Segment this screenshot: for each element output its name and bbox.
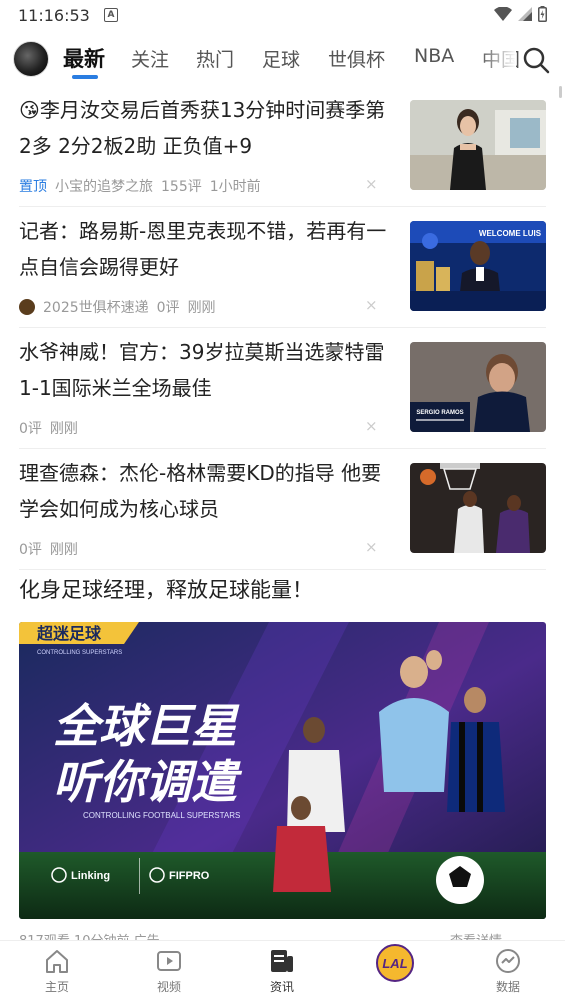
item-divider: [19, 206, 546, 207]
item-divider: [19, 448, 546, 449]
tabs-fade: [480, 36, 516, 82]
channel-tabs: 最新 关注 热门 足球 世俱杯 NBA 中国: [0, 36, 565, 82]
nav-home[interactable]: 主页: [17, 947, 97, 995]
tab-hot[interactable]: 热门: [196, 45, 234, 72]
news-item[interactable]: 水爷神威！官方：39岁拉莫斯当选蒙特雷1-1国际米兰全场最佳 0评 刚刚 × S…: [19, 334, 546, 446]
dismiss-icon[interactable]: ×: [365, 538, 378, 556]
ad-banner-image: 超迷足球 CONTROLLING SUPERSTARS 全球巨星 听你调遣 CO…: [19, 622, 546, 919]
video-icon: [157, 951, 181, 971]
thumbnail-image: SERGIO RAMOS: [410, 342, 546, 432]
news-title[interactable]: 😘李月汝交易后首秀获13分钟时间赛季第2多 2分2板2助 正负值+9: [19, 92, 394, 164]
thumbnail-image: [410, 463, 546, 553]
wifi-icon: [494, 7, 512, 21]
item-divider: [19, 327, 546, 328]
nav-video-label: 视频: [156, 980, 181, 994]
active-tab-indicator: [72, 75, 98, 79]
signal-icon: [518, 7, 532, 21]
pinned-badge: 置顶: [19, 179, 47, 195]
ad-title[interactable]: 化身足球经理，释放足球能量！: [19, 574, 313, 604]
nav-news-label: 资讯: [269, 980, 294, 994]
search-icon[interactable]: [520, 44, 552, 76]
news-comments: 0评: [19, 421, 42, 437]
status-bar: 11:16:53 A: [0, 0, 565, 32]
news-item[interactable]: 😘李月汝交易后首秀获13分钟时间赛季第2多 2分2板2助 正负值+9 置顶 小宝…: [19, 92, 546, 204]
bottom-nav: 主页 视频 资讯 LAL 数据: [0, 940, 565, 1005]
news-time: 刚刚: [49, 542, 78, 558]
nav-data[interactable]: 数据: [468, 947, 548, 995]
ad-tagline: CONTROLLING FOOTBALL SUPERSTARS: [83, 811, 240, 820]
thumb-ramos-text: SERGIO RAMOS: [416, 410, 463, 416]
dismiss-icon[interactable]: ×: [365, 175, 378, 193]
notification-icon: A: [104, 8, 118, 22]
item-divider: [19, 569, 546, 570]
lal-text: LAL: [382, 956, 407, 971]
status-time: 11:16:53: [18, 6, 90, 25]
nav-data-label: 数据: [495, 980, 520, 994]
news-title[interactable]: 水爷神威！官方：39岁拉莫斯当选蒙特雷1-1国际米兰全场最佳: [19, 334, 394, 406]
home-icon: [46, 950, 68, 973]
ad-brand-2: FIFPRO: [169, 870, 210, 882]
dismiss-icon[interactable]: ×: [365, 417, 378, 435]
nav-home-label: 主页: [44, 980, 69, 994]
news-meta: 置顶 小宝的追梦之旅 155评 1小时前: [19, 176, 261, 196]
scroll-indicator: [559, 86, 562, 98]
news-comments: 0评: [156, 300, 180, 316]
tab-football[interactable]: 足球: [262, 45, 300, 72]
news-comments: 0评: [19, 542, 42, 558]
tab-latest[interactable]: 最新: [63, 43, 105, 73]
news-icon: [271, 950, 293, 972]
news-source: 2025世俱杯速递: [43, 300, 149, 316]
dismiss-icon[interactable]: ×: [365, 296, 378, 314]
news-item[interactable]: 记者：路易斯-恩里克表现不错，若再有一点自信会踢得更好 2025世俱杯速递 0评…: [19, 213, 546, 325]
ad-headline-1: 全球巨星: [53, 699, 240, 753]
data-icon: [496, 949, 520, 973]
news-thumbnail[interactable]: [410, 100, 546, 190]
thumb-welcome-text: WELCOME LUIS: [479, 229, 542, 238]
tab-club-world-cup[interactable]: 世俱杯: [328, 45, 385, 72]
news-title[interactable]: 理查德森：杰伦-格林需要KD的指导 他要学会如何成为核心球员: [19, 455, 394, 527]
thumbnail-image: WELCOME LUIS: [410, 221, 546, 311]
news-meta: 0评 刚刚: [19, 418, 78, 438]
thumbnail-image: [410, 100, 546, 190]
news-time: 刚刚: [187, 300, 216, 316]
nav-video[interactable]: 视频: [129, 947, 209, 995]
news-time: 刚刚: [49, 421, 78, 437]
news-meta: 2025世俱杯速递 0评 刚刚: [19, 297, 216, 317]
news-comments: 155评: [161, 179, 202, 195]
news-meta: 0评 刚刚: [19, 539, 78, 559]
news-source: 小宝的追梦之旅: [55, 179, 153, 195]
ad-headline-2: 听你调遣: [53, 755, 243, 809]
ad-logo-text: 超迷足球: [36, 624, 102, 643]
news-time: 1小时前: [209, 179, 261, 195]
news-title[interactable]: 记者：路易斯-恩里克表现不错，若再有一点自信会踢得更好: [19, 213, 394, 285]
ad-banner[interactable]: 超迷足球 CONTROLLING SUPERSTARS 全球巨星 听你调遣 CO…: [19, 622, 546, 919]
tab-nba[interactable]: NBA: [414, 45, 454, 67]
nav-news[interactable]: 资讯: [242, 947, 322, 995]
news-thumbnail[interactable]: SERGIO RAMOS: [410, 342, 546, 432]
news-item[interactable]: 理查德森：杰伦-格林需要KD的指导 他要学会如何成为核心球员 0评 刚刚 ×: [19, 455, 546, 567]
news-thumbnail[interactable]: [410, 463, 546, 553]
nav-team[interactable]: LAL: [355, 944, 435, 983]
ad-logo-subtext: CONTROLLING SUPERSTARS: [37, 650, 122, 656]
source-avatar: [19, 299, 35, 315]
tab-following[interactable]: 关注: [131, 45, 169, 72]
news-thumbnail[interactable]: WELCOME LUIS: [410, 221, 546, 311]
battery-icon: [538, 6, 547, 22]
user-avatar[interactable]: [13, 41, 49, 77]
ad-brand-1: Linking: [71, 870, 110, 882]
lakers-logo-icon: LAL: [376, 944, 414, 982]
